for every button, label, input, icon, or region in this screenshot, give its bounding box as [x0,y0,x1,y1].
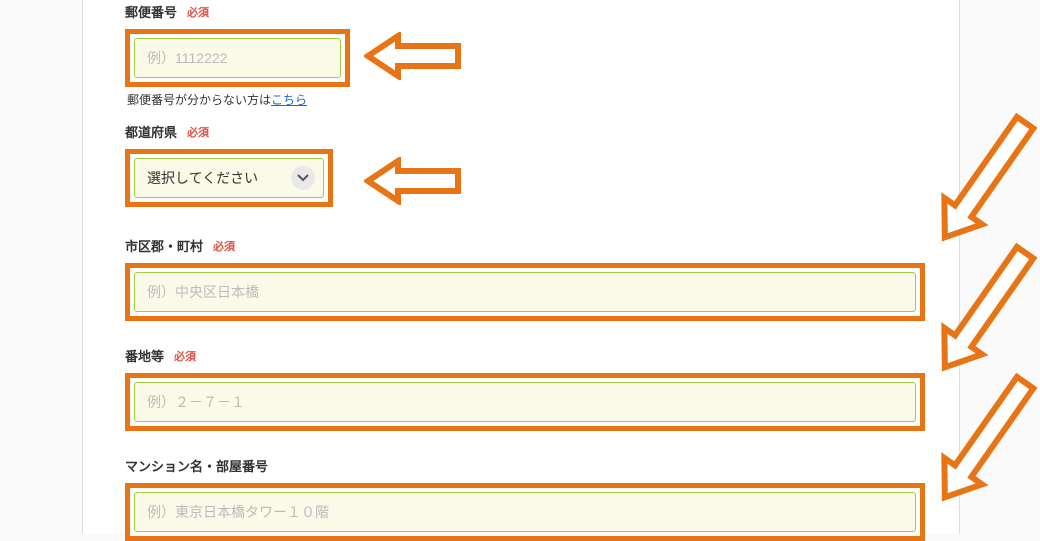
chevron-down-icon [291,166,315,190]
prefecture-highlight: 選択してください [125,149,333,207]
prefecture-select[interactable]: 選択してください [134,158,324,198]
city-label-row: 市区郡・町村 必須 [125,236,925,255]
building-label-row: マンション名・部屋番号 [125,456,925,475]
building-input[interactable] [134,492,916,532]
prefecture-select-text: 選択してください [147,168,258,188]
postal-help-link[interactable]: こちら [271,93,307,107]
postal-code-label-row: 郵便番号 必須 [125,2,350,21]
postal-code-input[interactable] [134,38,341,78]
required-badge: 必須 [174,348,196,364]
required-badge: 必須 [187,124,209,140]
street-highlight [125,373,925,431]
street-input[interactable] [134,382,916,422]
city-highlight [125,263,925,321]
city-label: 市区郡・町村 [125,236,203,255]
city-group: 市区郡・町村 必須 [125,236,925,321]
prefecture-label: 都道府県 [125,122,177,141]
required-badge: 必須 [187,4,209,20]
postal-code-label: 郵便番号 [125,2,177,21]
prefecture-label-row: 都道府県 必須 [125,122,333,141]
postal-highlight [125,29,350,87]
postal-help-prefix: 郵便番号が分からない方は [127,93,271,107]
required-badge: 必須 [213,238,235,254]
building-label: マンション名・部屋番号 [125,456,268,475]
street-label-row: 番地等 必須 [125,346,925,365]
building-highlight [125,483,925,541]
form-panel: 郵便番号 必須 郵便番号が分からない方はこちら 都道府県 必須 選択してください… [82,0,960,534]
prefecture-group: 都道府県 必須 選択してください [125,122,333,207]
city-input[interactable] [134,272,916,312]
postal-help-text: 郵便番号が分からない方はこちら [127,91,350,108]
street-label: 番地等 [125,346,164,365]
building-group: マンション名・部屋番号 [125,456,925,541]
street-group: 番地等 必須 [125,346,925,431]
postal-code-group: 郵便番号 必須 郵便番号が分からない方はこちら [125,2,350,108]
